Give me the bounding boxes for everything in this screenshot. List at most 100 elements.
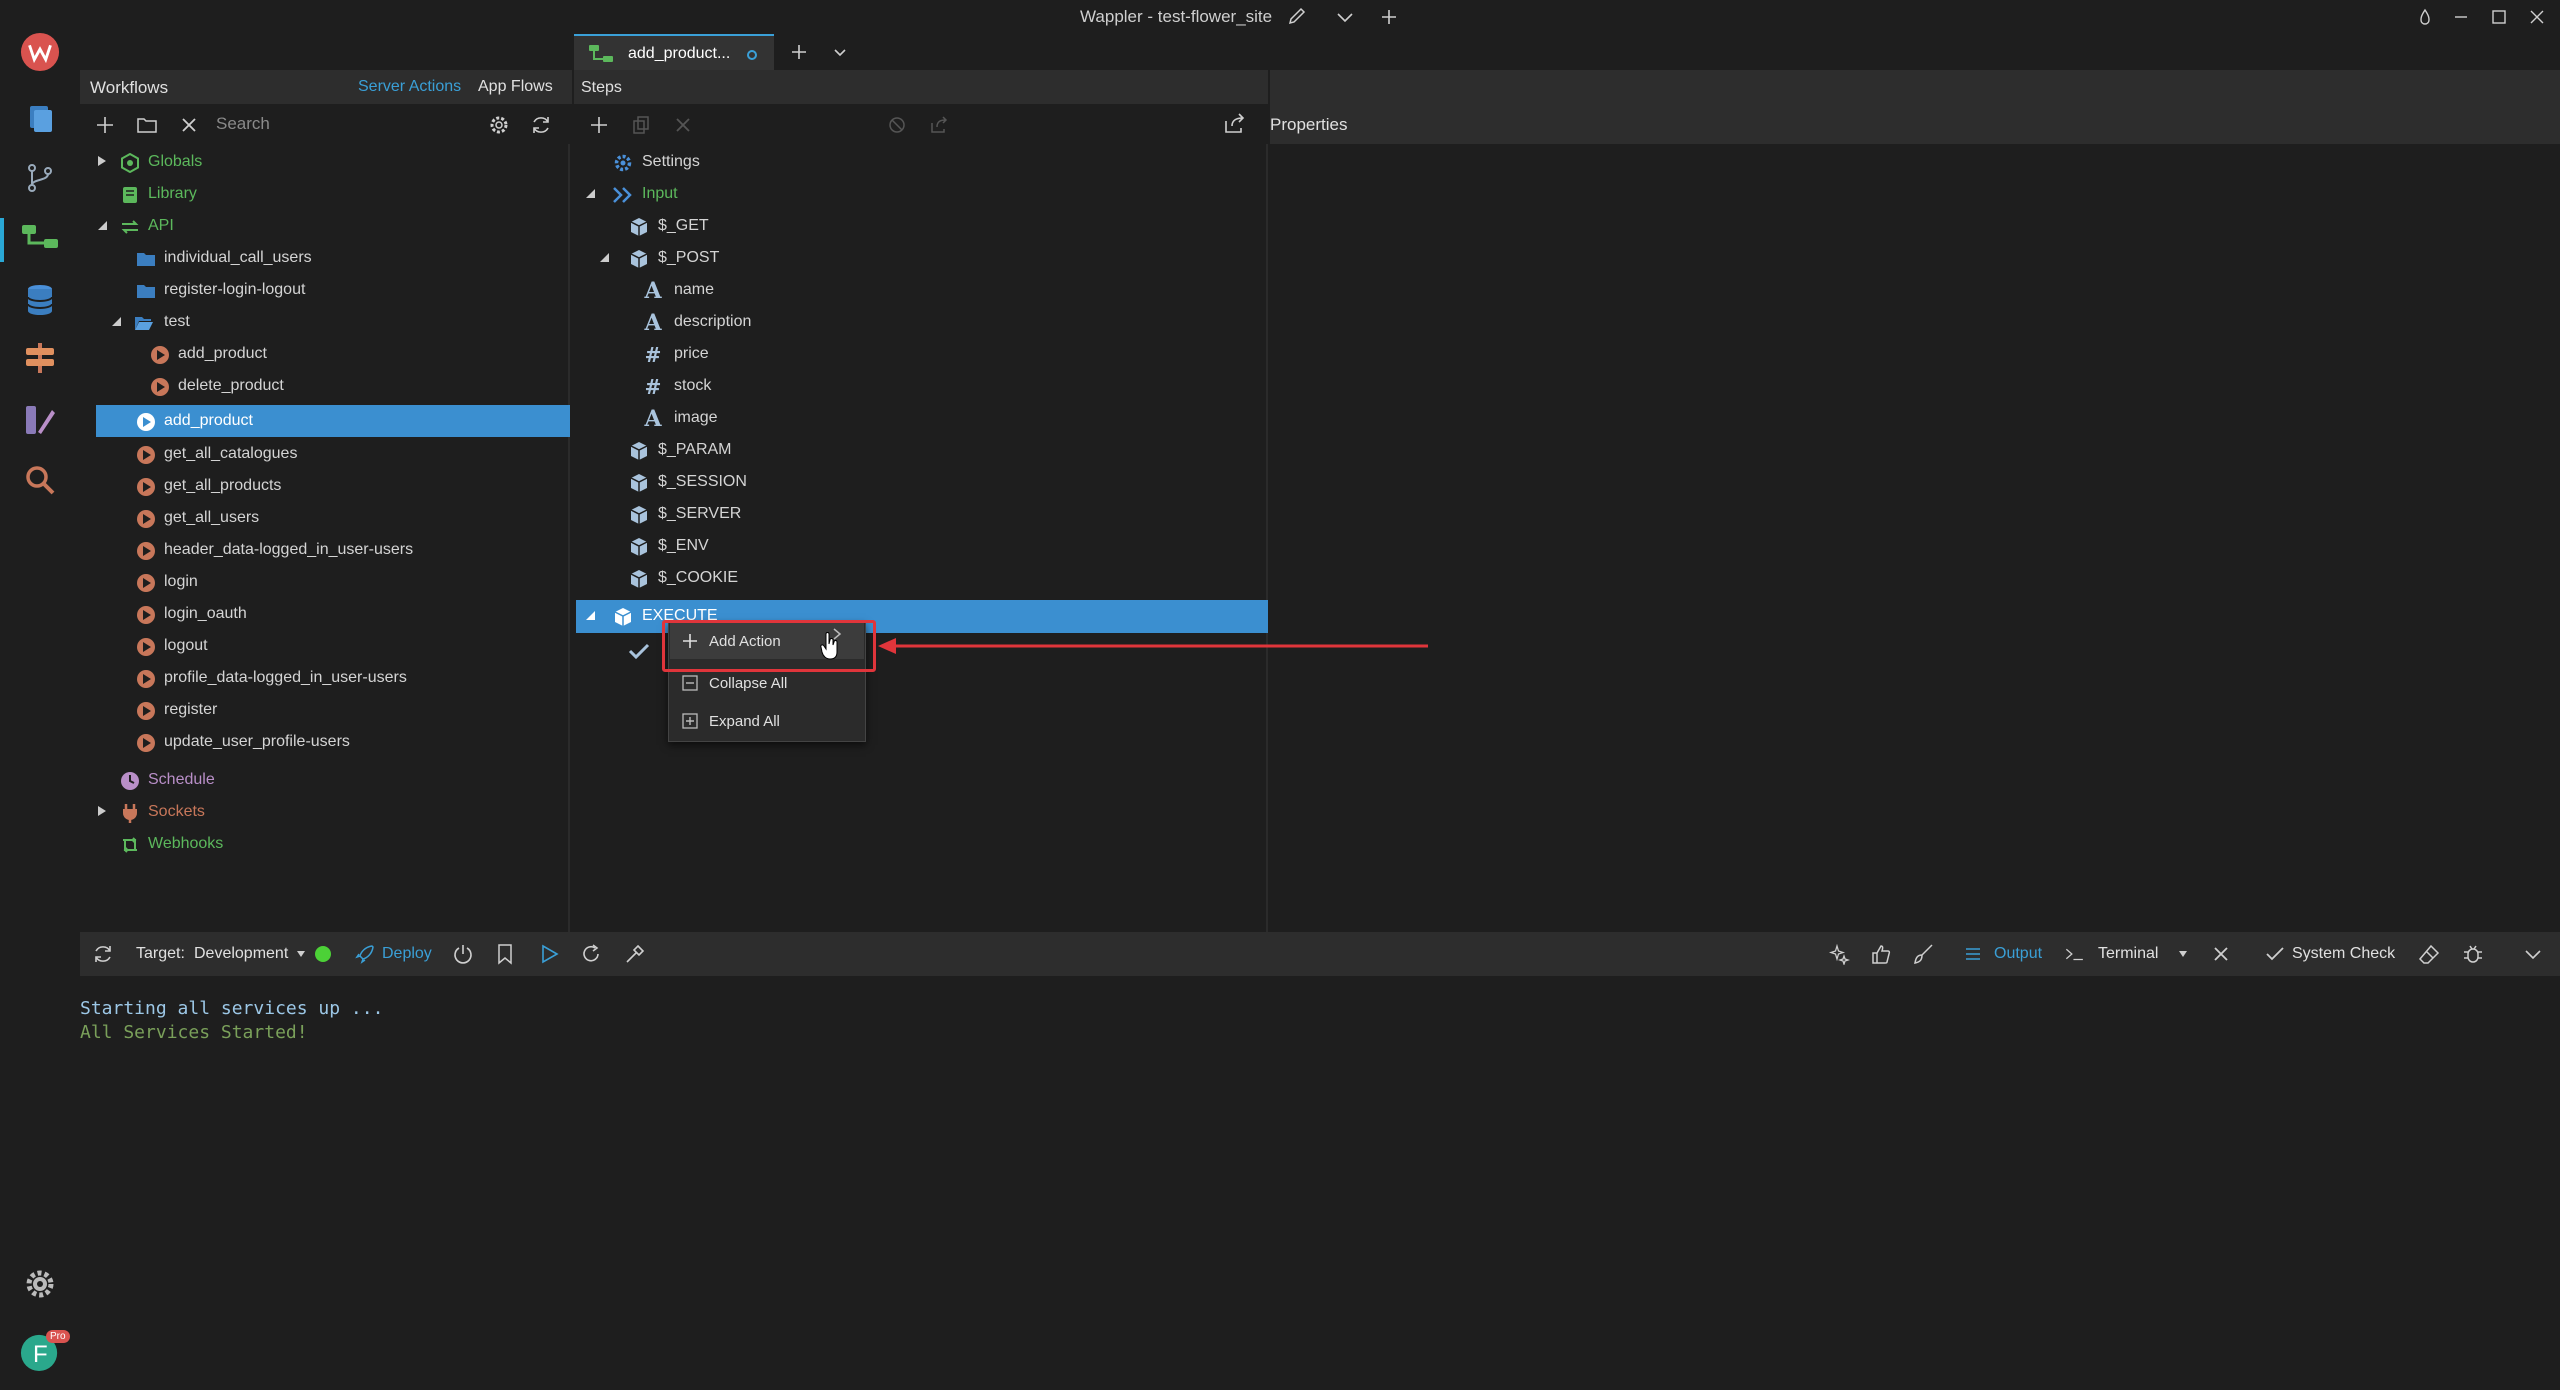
tree-item-action[interactable]: register — [96, 694, 570, 726]
step-settings[interactable]: Settings — [576, 146, 1268, 178]
avatar[interactable]: F Pro — [20, 1330, 70, 1372]
tree-item-action[interactable]: profile_data-logged_in_user-users — [96, 662, 570, 694]
collapse-arrow-icon[interactable] — [598, 251, 610, 263]
design-icon[interactable] — [20, 400, 60, 440]
bug-icon[interactable] — [2462, 943, 2484, 965]
close-icon[interactable] — [2210, 943, 2232, 965]
step-field-text[interactable]: A image — [576, 402, 1268, 434]
tree-item-action-selected[interactable]: add_product — [96, 405, 570, 437]
ai-sparkle-icon[interactable] — [1828, 943, 1850, 965]
theme-drop-icon[interactable] — [2416, 6, 2434, 28]
tree-item-action[interactable]: get_all_products — [96, 470, 570, 502]
add-icon[interactable] — [1378, 6, 1400, 28]
database-icon[interactable] — [20, 280, 60, 320]
tree-item-folder-test[interactable]: test — [96, 306, 570, 338]
step-object[interactable]: $_SESSION — [576, 466, 1268, 498]
step-object[interactable]: $_PARAM — [576, 434, 1268, 466]
bookmark-icon[interactable] — [494, 943, 516, 965]
tab-list-chevron-icon[interactable] — [830, 41, 850, 63]
tree-item-action[interactable]: add_product — [96, 338, 570, 370]
delete-x-icon[interactable] — [670, 112, 696, 138]
editor-tab[interactable]: add_product... — [574, 34, 774, 70]
collapse-arrow-icon[interactable] — [110, 315, 122, 327]
thumbs-up-icon[interactable] — [1870, 943, 1892, 965]
run-play-icon[interactable] — [538, 943, 560, 965]
share-icon[interactable] — [1222, 111, 1248, 137]
collapse-arrow-icon[interactable] — [584, 609, 596, 621]
brush-icon[interactable] — [1912, 943, 1934, 965]
close-icon[interactable] — [2528, 6, 2546, 28]
target-select[interactable]: Development — [194, 945, 288, 963]
eraser-icon[interactable] — [2418, 943, 2440, 965]
tab-server-actions[interactable]: Server Actions — [358, 78, 461, 96]
terminal-prompt-icon[interactable] — [2064, 943, 2086, 965]
tree-item-action[interactable]: login — [96, 566, 570, 598]
tree-item-action[interactable]: get_all_users — [96, 502, 570, 534]
collapse-arrow-icon[interactable] — [96, 219, 108, 231]
tab-output[interactable]: Output — [1994, 945, 2042, 963]
search-icon[interactable] — [20, 460, 60, 500]
dropdown-caret-icon[interactable] — [2178, 949, 2188, 959]
delete-x-icon[interactable] — [176, 112, 202, 138]
maximize-icon[interactable] — [2490, 6, 2508, 28]
export-icon[interactable] — [926, 112, 952, 138]
unsaved-dot-icon[interactable] — [746, 49, 758, 61]
step-object[interactable]: $_ENV — [576, 530, 1268, 562]
workflows-icon[interactable] — [0, 218, 60, 262]
tree-item-schedule[interactable]: Schedule — [96, 764, 570, 796]
disable-icon[interactable] — [884, 112, 910, 138]
minimize-icon[interactable] — [2452, 6, 2470, 28]
check-icon[interactable] — [2264, 943, 2286, 965]
tree-item-action[interactable]: get_all_catalogues — [96, 438, 570, 470]
step-field-text[interactable]: A name — [576, 274, 1268, 306]
routing-signpost-icon[interactable] — [20, 338, 60, 378]
step-object[interactable]: $_POST — [576, 242, 1268, 274]
git-branch-icon[interactable] — [20, 158, 60, 198]
refresh-icon[interactable] — [528, 112, 554, 138]
tree-item-globals[interactable]: Globals — [96, 146, 570, 178]
tab-app-flows[interactable]: App Flows — [478, 78, 553, 96]
step-field-number[interactable]: # price — [576, 338, 1268, 370]
add-icon[interactable] — [92, 112, 118, 138]
tree-item-action[interactable]: update_user_profile-users — [96, 726, 570, 758]
step-input[interactable]: Input — [576, 178, 1268, 210]
settings-gear-icon[interactable] — [486, 112, 512, 138]
collapse-arrow-icon[interactable] — [584, 187, 596, 199]
tree-item-api[interactable]: API — [96, 210, 570, 242]
step-field-text[interactable]: A description — [576, 306, 1268, 338]
step-object[interactable]: $_SERVER — [576, 498, 1268, 530]
new-tab-icon[interactable] — [788, 41, 810, 63]
tree-item-action[interactable]: header_data-logged_in_user-users — [96, 534, 570, 566]
tree-item-webhooks[interactable]: Webhooks — [96, 828, 570, 860]
search-input[interactable] — [216, 110, 506, 138]
step-object[interactable]: $_COOKIE — [576, 562, 1268, 594]
add-step-icon[interactable] — [586, 112, 612, 138]
tree-item-folder[interactable]: individual_call_users — [96, 242, 570, 274]
settings-gear-icon[interactable] — [20, 1264, 60, 1304]
new-folder-icon[interactable] — [134, 112, 160, 138]
tree-item-library[interactable]: Library — [96, 178, 570, 210]
tree-item-action[interactable]: login_oauth — [96, 598, 570, 630]
tab-terminal[interactable]: Terminal — [2098, 945, 2158, 963]
expand-arrow-icon[interactable] — [96, 155, 108, 167]
pencil-icon[interactable] — [1286, 6, 1308, 28]
tree-item-folder[interactable]: register-login-logout — [96, 274, 570, 306]
tools-icon[interactable] — [624, 943, 646, 965]
restart-icon[interactable] — [580, 943, 602, 965]
tree-item-action[interactable]: delete_product — [96, 370, 570, 402]
tree-item-sockets[interactable]: Sockets — [96, 796, 570, 828]
expand-arrow-icon[interactable] — [96, 805, 108, 817]
system-check-button[interactable]: System Check — [2292, 945, 2395, 963]
chevron-down-icon[interactable] — [1334, 6, 1356, 28]
copy-icon[interactable] — [628, 112, 654, 138]
tree-item-action[interactable]: logout — [96, 630, 570, 662]
chevron-down-icon[interactable] — [2522, 943, 2544, 965]
power-icon[interactable] — [452, 943, 474, 965]
step-object[interactable]: $_GET — [576, 210, 1268, 242]
dropdown-caret-icon[interactable] — [296, 949, 306, 959]
step-field-number[interactable]: # stock — [576, 370, 1268, 402]
rocket-icon[interactable] — [354, 943, 376, 965]
deploy-button[interactable]: Deploy — [382, 945, 432, 963]
list-lines-icon[interactable] — [1962, 943, 1984, 965]
refresh-icon[interactable] — [92, 943, 114, 965]
